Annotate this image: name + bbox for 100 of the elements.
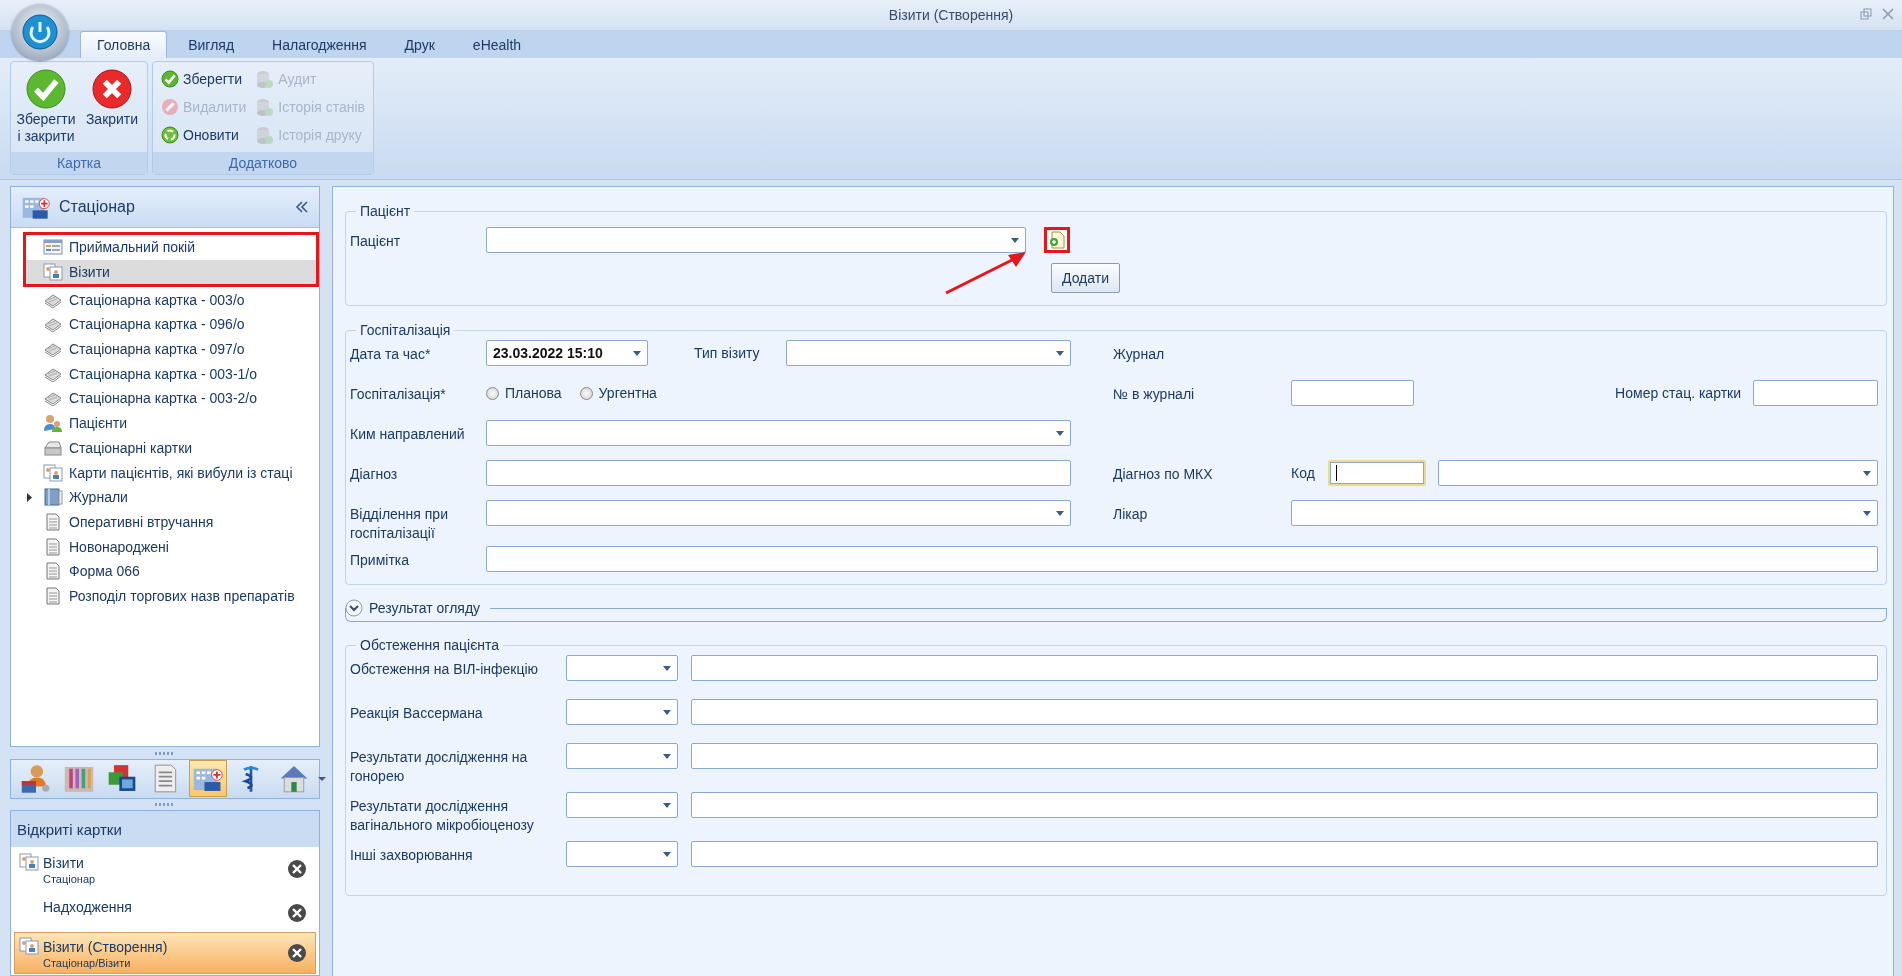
caret-icon bbox=[1863, 510, 1871, 516]
person-calendar-icon bbox=[20, 763, 52, 795]
group-title: Обстеження пацієнта bbox=[359, 637, 501, 653]
dropdown-field[interactable] bbox=[566, 699, 678, 725]
tree-item[interactable]: Стаціонарна картка - 003-1/о bbox=[21, 361, 319, 387]
database-icon bbox=[256, 70, 275, 88]
radio-button[interactable]: Планова bbox=[486, 380, 562, 406]
group-label: Додатково bbox=[228, 154, 298, 173]
ribbon-tab[interactable]: Головна bbox=[80, 31, 168, 58]
field-label: Дата та час* bbox=[350, 345, 432, 364]
tree-item[interactable]: Журнали bbox=[21, 484, 319, 510]
ribbon-tab[interactable]: eHealth bbox=[455, 31, 539, 58]
paper-stack-icon bbox=[43, 341, 63, 358]
close-button[interactable] bbox=[287, 903, 307, 923]
field-label: Пацієнт bbox=[350, 232, 402, 251]
dropdown-field[interactable] bbox=[566, 792, 678, 818]
input-field[interactable] bbox=[691, 655, 1878, 681]
dropdown-field[interactable]: 23.03.2022 15:10 bbox=[486, 340, 648, 366]
input-field[interactable] bbox=[486, 460, 1071, 486]
module-button[interactable] bbox=[189, 760, 227, 798]
collapse-button[interactable] bbox=[295, 200, 309, 214]
tree-item[interactable]: Приймальний покій bbox=[26, 235, 316, 260]
paper-stack-icon bbox=[43, 316, 63, 333]
close-icon bbox=[92, 69, 132, 109]
ribbon-button[interactable]: Зберегти bbox=[159, 67, 249, 91]
dropdown-field[interactable] bbox=[486, 227, 1026, 253]
ribbon-button[interactable]: Оновити bbox=[159, 123, 249, 147]
tree-item[interactable]: Карти пацієнтів, які вибули із стаці bbox=[21, 460, 319, 485]
close-button[interactable] bbox=[287, 859, 307, 879]
input-field[interactable] bbox=[486, 546, 1878, 572]
book-icon bbox=[43, 488, 63, 507]
ribbon-tab[interactable]: Друк bbox=[387, 31, 452, 58]
tree-item[interactable]: Пацієнти bbox=[21, 410, 319, 436]
dropdown-field[interactable] bbox=[486, 420, 1071, 446]
field-label: Код bbox=[1291, 464, 1316, 481]
close-button[interactable] bbox=[287, 943, 307, 963]
open-card-item[interactable]: Візити Стаціонар bbox=[14, 848, 316, 890]
caret-icon bbox=[663, 851, 671, 857]
field-label: Результати дослідження вагінального мікробіоценозу bbox=[350, 797, 535, 835]
caret-icon bbox=[1056, 510, 1064, 516]
group-title: Пацієнт bbox=[359, 203, 412, 219]
expand-button[interactable] bbox=[345, 599, 363, 617]
radio-button[interactable]: Ургентна bbox=[579, 380, 657, 406]
dropdown-field[interactable] bbox=[1291, 500, 1878, 526]
database-icon bbox=[256, 98, 275, 116]
input-field[interactable] bbox=[1328, 460, 1426, 486]
refresh-icon bbox=[161, 126, 179, 144]
caret-icon bbox=[633, 350, 641, 356]
open-card-item[interactable]: Візити (Створення) Стаціонар/Візити bbox=[14, 932, 316, 974]
app-menu-button[interactable] bbox=[12, 4, 68, 60]
open-card-item[interactable]: Надходження bbox=[14, 892, 316, 930]
database-icon bbox=[256, 126, 275, 144]
ribbon-tab[interactable]: Налагодження bbox=[255, 31, 384, 58]
field-label: Діагноз по МКХ bbox=[1113, 465, 1214, 484]
input-field[interactable] bbox=[691, 841, 1878, 867]
people-icon bbox=[43, 414, 63, 433]
dropdown-field[interactable] bbox=[566, 655, 678, 681]
card-title: Візити bbox=[43, 855, 85, 871]
add-button[interactable]: Додати bbox=[1051, 263, 1120, 293]
field-label: Госпіталізація* bbox=[350, 385, 447, 404]
input-field[interactable] bbox=[691, 792, 1878, 818]
tree-item[interactable]: Візити bbox=[26, 259, 316, 285]
card-title: Надходження bbox=[43, 899, 133, 915]
dropdown-field[interactable] bbox=[486, 500, 1071, 526]
tree-item[interactable]: Оперативні втручання bbox=[21, 509, 319, 535]
card-subtitle: Стаціонар/Візити bbox=[43, 957, 132, 969]
chevron-down-icon bbox=[345, 599, 363, 617]
check-icon bbox=[26, 69, 66, 109]
collapse-icon bbox=[295, 200, 309, 214]
dropdown-field[interactable] bbox=[786, 340, 1071, 366]
document-icon bbox=[43, 512, 63, 531]
close-icon bbox=[1882, 8, 1894, 20]
tree-item[interactable]: Форма 066 bbox=[21, 558, 319, 584]
splitter-grip[interactable] bbox=[155, 751, 175, 755]
lookup-button[interactable] bbox=[1044, 227, 1070, 253]
document-person-icon bbox=[43, 263, 63, 282]
splitter-grip[interactable] bbox=[155, 802, 175, 806]
dropdown-field[interactable] bbox=[1438, 460, 1878, 486]
group-label: Картка bbox=[56, 154, 102, 173]
dropdown-field[interactable] bbox=[566, 841, 678, 867]
tree-item[interactable]: Розподіл торгових назв препаратів bbox=[21, 583, 319, 609]
ribbon-button[interactable]: Зберегти і закрити bbox=[15, 65, 77, 149]
more-button[interactable] bbox=[318, 775, 326, 782]
dropdown-field[interactable] bbox=[566, 743, 678, 769]
input-field[interactable] bbox=[691, 699, 1878, 725]
field-label: Тип візиту bbox=[694, 344, 761, 361]
card-subtitle: Стаціонар bbox=[43, 873, 97, 885]
tree-item[interactable]: Стаціонарні картки bbox=[21, 435, 319, 461]
input-field[interactable] bbox=[1291, 380, 1414, 406]
ribbon-button[interactable]: Закрити bbox=[81, 65, 143, 149]
tree-item[interactable]: Стаціонарна картка - 003/о bbox=[21, 287, 319, 313]
tree-item[interactable]: Стаціонарна картка - 003-2/о bbox=[21, 386, 319, 411]
caret-icon bbox=[663, 665, 671, 671]
tree-item[interactable]: Новонароджені bbox=[21, 534, 319, 559]
input-field[interactable] bbox=[1753, 380, 1878, 406]
input-field[interactable] bbox=[691, 743, 1878, 769]
ribbon-tab[interactable]: Вигляд bbox=[171, 31, 252, 58]
tree-item[interactable]: Стаціонарна картка - 097/о bbox=[21, 336, 319, 362]
restore-icon bbox=[1860, 8, 1872, 20]
tree-item[interactable]: Стаціонарна картка - 096/о bbox=[21, 312, 319, 337]
